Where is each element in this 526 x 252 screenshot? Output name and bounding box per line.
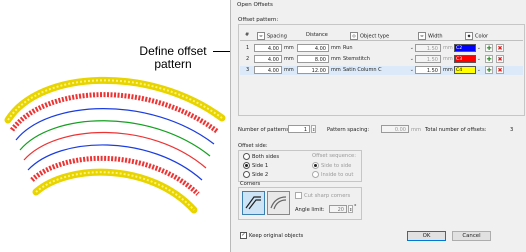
corner-round-button[interactable] <box>267 191 290 215</box>
color-swatch[interactable]: C2 <box>454 44 476 52</box>
sharp-corner-icon <box>245 196 261 210</box>
row-num: 2 <box>246 56 250 62</box>
pattern-table-header: # ⇔ Spacing Distance ◎ Object type ⇔ Width … <box>240 31 523 41</box>
col-num: # <box>245 32 250 38</box>
width-input[interactable]: 1.50 <box>415 44 441 52</box>
width-unit: mm <box>443 45 453 51</box>
radio-side-2[interactable]: Side 2 <box>243 171 268 178</box>
spacing-input[interactable]: 4.00 <box>254 55 282 63</box>
color-icon: ◆ <box>465 32 473 40</box>
pattern-spacing-label: Pattern spacing: <box>327 127 370 133</box>
col-distance: Distance <box>306 32 328 38</box>
col-color[interactable]: ◆ Color <box>465 32 488 40</box>
angle-limit-input[interactable]: 20 <box>329 205 347 213</box>
delete-row-icon[interactable]: ✖ <box>496 55 504 63</box>
chevron-down-icon: ⌄ <box>476 67 481 73</box>
offset-pattern-group-label: Offset pattern: <box>238 17 279 23</box>
radio-side-1[interactable]: Side 1 <box>243 162 268 169</box>
add-row-icon[interactable]: ✚ <box>485 66 493 74</box>
distance-unit: mm <box>331 45 341 51</box>
chevron-down-icon: ⌄ <box>409 45 414 51</box>
add-row-icon[interactable]: ✚ <box>485 44 493 52</box>
num-patterns-label: Number of patterns: <box>238 127 291 133</box>
distance-unit: mm <box>331 56 341 62</box>
total-offsets-value: 3 <box>510 127 514 133</box>
object-type-select[interactable]: Run ⌄ <box>343 44 415 52</box>
spacing-unit: mm <box>284 45 294 51</box>
spacing-input[interactable]: 4.00 <box>254 66 282 74</box>
table-row[interactable]: 1 4.00 mm 4.00 mm Run ⌄ 1.50 mm C2 ⌄ ✚ ✖ <box>240 44 523 53</box>
ok-button[interactable]: OK <box>407 231 446 241</box>
spacing-icon: ⇔ <box>257 32 265 40</box>
delete-row-icon[interactable]: ✖ <box>496 44 504 52</box>
delete-row-icon[interactable]: ✖ <box>496 66 504 74</box>
color-dropdown[interactable]: ⌄ <box>476 44 482 52</box>
row-num: 1 <box>246 45 250 51</box>
radio-side-to-side[interactable]: Side to side <box>312 162 351 169</box>
pattern-spacing-unit: mm <box>411 127 422 133</box>
width-input[interactable]: 1.50 <box>415 66 441 74</box>
col-width[interactable]: ⇔ Width <box>418 32 443 40</box>
col-spacing[interactable]: ⇔ Spacing <box>257 32 287 40</box>
distance-input[interactable]: 8.00 <box>297 55 329 63</box>
width-input[interactable]: 1.50 <box>415 55 441 63</box>
color-dropdown[interactable]: ⌄ <box>476 55 482 63</box>
pattern-spacing-input[interactable]: 0.00 <box>381 125 409 133</box>
keep-original-objects-checkbox[interactable]: ✓ Keep original objects <box>240 232 303 239</box>
cut-sharp-corners-checkbox[interactable]: Cut sharp corners <box>295 192 350 199</box>
open-offsets-dialog: Open Offsets Offset pattern: # ⇔ Spacing … <box>230 0 526 252</box>
width-unit: mm <box>443 56 453 62</box>
color-dropdown[interactable]: ⌄ <box>476 66 482 74</box>
distance-unit: mm <box>331 67 341 73</box>
num-patterns-spinner[interactable]: ⇕ <box>311 125 316 133</box>
num-patterns-input[interactable]: 1 <box>288 125 310 133</box>
width-unit: mm <box>443 67 453 73</box>
angle-limit-label: Angle limit: <box>295 207 325 213</box>
round-corner-icon <box>270 196 287 210</box>
table-row[interactable]: 3 4.00 mm 12.00 mm Satin Column C ⌄ 1.50 … <box>240 66 523 75</box>
col-object-type[interactable]: ◎ Object type <box>350 32 389 40</box>
angle-limit-spinner[interactable]: ⇕ <box>348 205 353 213</box>
corner-sharp-button[interactable] <box>242 191 265 215</box>
radio-both-sides[interactable]: Both sides <box>243 153 279 160</box>
dialog-title: Open Offsets <box>237 2 273 8</box>
spacing-unit: mm <box>284 56 294 62</box>
chevron-down-icon: ⌄ <box>476 45 481 51</box>
cancel-button[interactable]: Cancel <box>452 231 491 241</box>
chevron-down-icon: ⌄ <box>409 56 414 62</box>
table-row[interactable]: 2 4.00 mm 8.00 mm Stemstitch ⌄ 1.50 mm C3… <box>240 55 523 64</box>
offset-preview-illustration <box>4 76 226 214</box>
offset-side-label: Offset side: <box>238 143 268 149</box>
spacing-input[interactable]: 4.00 <box>254 44 282 52</box>
spacing-unit: mm <box>284 67 294 73</box>
row-num: 3 <box>246 67 250 73</box>
distance-input[interactable]: 12.00 <box>297 66 329 74</box>
color-swatch[interactable]: C3 <box>454 55 476 63</box>
distance-input[interactable]: 4.00 <box>297 44 329 52</box>
add-row-icon[interactable]: ✚ <box>485 55 493 63</box>
angle-unit: ° <box>354 204 357 210</box>
object-type-select[interactable]: Stemstitch ⌄ <box>343 55 415 63</box>
object-type-select[interactable]: Satin Column C ⌄ <box>343 66 415 74</box>
offset-sequence-label: Offset sequence: <box>312 153 356 159</box>
object-type-icon: ◎ <box>350 32 358 40</box>
callout-define-offset-pattern: Define offset pattern <box>139 44 207 71</box>
radio-inside-to-out[interactable]: Inside to out <box>312 171 353 178</box>
total-offsets-label: Total number of offsets: <box>425 127 487 133</box>
width-icon: ⇔ <box>418 32 426 40</box>
chevron-down-icon: ⌄ <box>409 67 414 73</box>
chevron-down-icon: ⌄ <box>476 56 481 62</box>
color-swatch[interactable]: C4 <box>454 66 476 74</box>
